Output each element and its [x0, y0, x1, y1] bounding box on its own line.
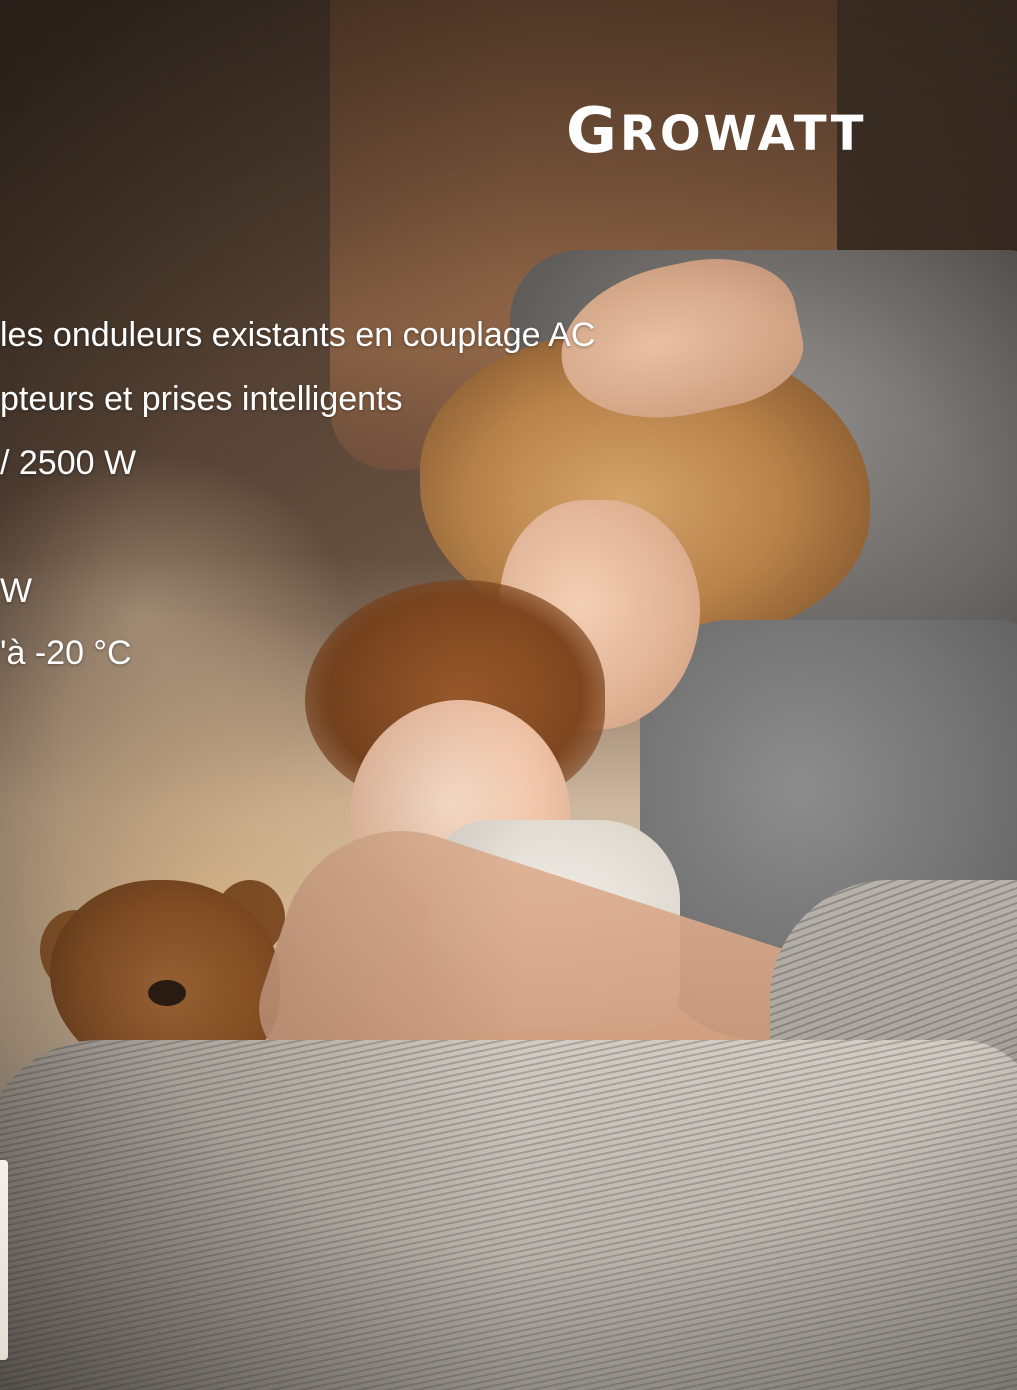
growatt-logo: GROWATT — [566, 100, 866, 162]
feature-line: pteurs et prises intelligents — [0, 380, 403, 418]
hero-image: GROWATT les onduleurs existants en coupl… — [0, 0, 1017, 1390]
edge-strip — [0, 1160, 8, 1360]
feature-line: les onduleurs existants en couplage AC — [0, 316, 596, 354]
feature-line: / 2500 W — [0, 444, 137, 482]
logo-initial: G — [566, 94, 620, 167]
feature-line: 'à -20 °C — [0, 634, 132, 672]
logo-text: ROWATT — [619, 106, 867, 162]
feature-line: W — [0, 572, 33, 610]
vignette — [0, 0, 1017, 1390]
